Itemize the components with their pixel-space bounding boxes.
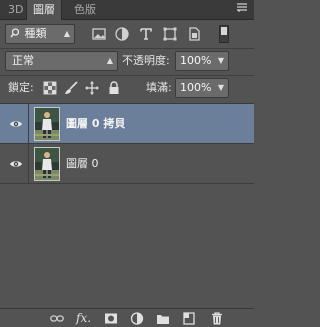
add-mask-icon[interactable] [104,312,118,325]
layer-name[interactable]: 圖層 0 拷貝 [66,104,125,144]
layer-thumbnail[interactable] [34,147,60,181]
adjustment-layer-icon[interactable] [130,312,144,325]
lock-label: 鎖定: [8,81,34,94]
eye-icon[interactable] [9,118,23,130]
tab-layers[interactable]: 圖層 [26,0,62,21]
shape-filter-icon[interactable] [162,26,178,42]
eye-icon[interactable] [9,158,23,170]
visibility-column-divider [28,104,29,144]
toggle-knob [221,27,227,35]
filter-kind-select[interactable]: 種類 ▲ [5,24,75,44]
blend-mode-value: 正常 [12,54,34,67]
layers-bottom-toolbar: fx. [0,308,254,327]
opacity-input[interactable]: 100% ▼ [175,51,229,71]
fill-label: 填滿: [146,81,172,94]
filter-kind-label: 種類 [24,27,47,40]
panel-menu-icon[interactable] [236,3,248,16]
new-layer-icon[interactable] [182,312,196,325]
filter-toggle-switch[interactable] [219,25,229,43]
lock-position-icon[interactable] [85,81,99,95]
layer-name[interactable]: 圖層 0 [66,144,99,184]
chevron-down-icon[interactable]: ▼ [218,79,224,97]
layer-filter-row: 種類 ▲ [0,20,254,48]
image-filter-icon[interactable] [91,26,107,42]
lock-all-icon[interactable] [107,81,121,95]
new-group-icon[interactable] [156,312,170,325]
tab-channels[interactable]: 色版 [68,0,102,20]
fill-value: 100% [180,81,212,94]
link-layers-icon[interactable] [50,312,64,325]
layer-row[interactable]: 圖層 0 拷貝 [0,104,254,144]
chevron-down-icon[interactable]: ▼ [218,52,224,70]
adjustment-filter-icon[interactable] [114,26,130,42]
opacity-value: 100% [180,54,212,67]
layer-thumbnail[interactable] [34,107,60,141]
blend-mode-select[interactable]: 正常 ▲ [5,51,118,71]
type-filter-icon[interactable] [138,26,154,42]
fx-icon[interactable]: fx. [76,312,96,325]
layers-list: 圖層 0 拷貝 圖層 0 [0,103,254,301]
fill-input[interactable]: 100% ▼ [175,78,229,98]
layers-panel: 種類 ▲ 正常 ▲ 不透明度: 100% ▼ 鎖定: 填滿: 100% ▼ 圖層… [0,20,254,327]
layer-row[interactable]: 圖層 0 [0,144,254,184]
chevron-updown-icon: ▲ [63,29,70,38]
lock-transparent-icon[interactable] [43,81,57,95]
search-icon [10,26,21,44]
chevron-updown-icon: ▲ [106,56,113,65]
delete-layer-icon[interactable] [210,312,224,325]
visibility-column-divider [28,144,29,184]
smart-object-filter-icon[interactable] [186,26,202,42]
lock-paint-icon[interactable] [64,81,78,95]
blend-opacity-row: 正常 ▲ 不透明度: 100% ▼ [0,48,254,74]
panel-tab-bar: 3D 圖層 色版 [0,0,254,21]
lock-fill-row: 鎖定: 填滿: 100% ▼ [0,75,254,101]
opacity-label: 不透明度: [122,54,170,67]
